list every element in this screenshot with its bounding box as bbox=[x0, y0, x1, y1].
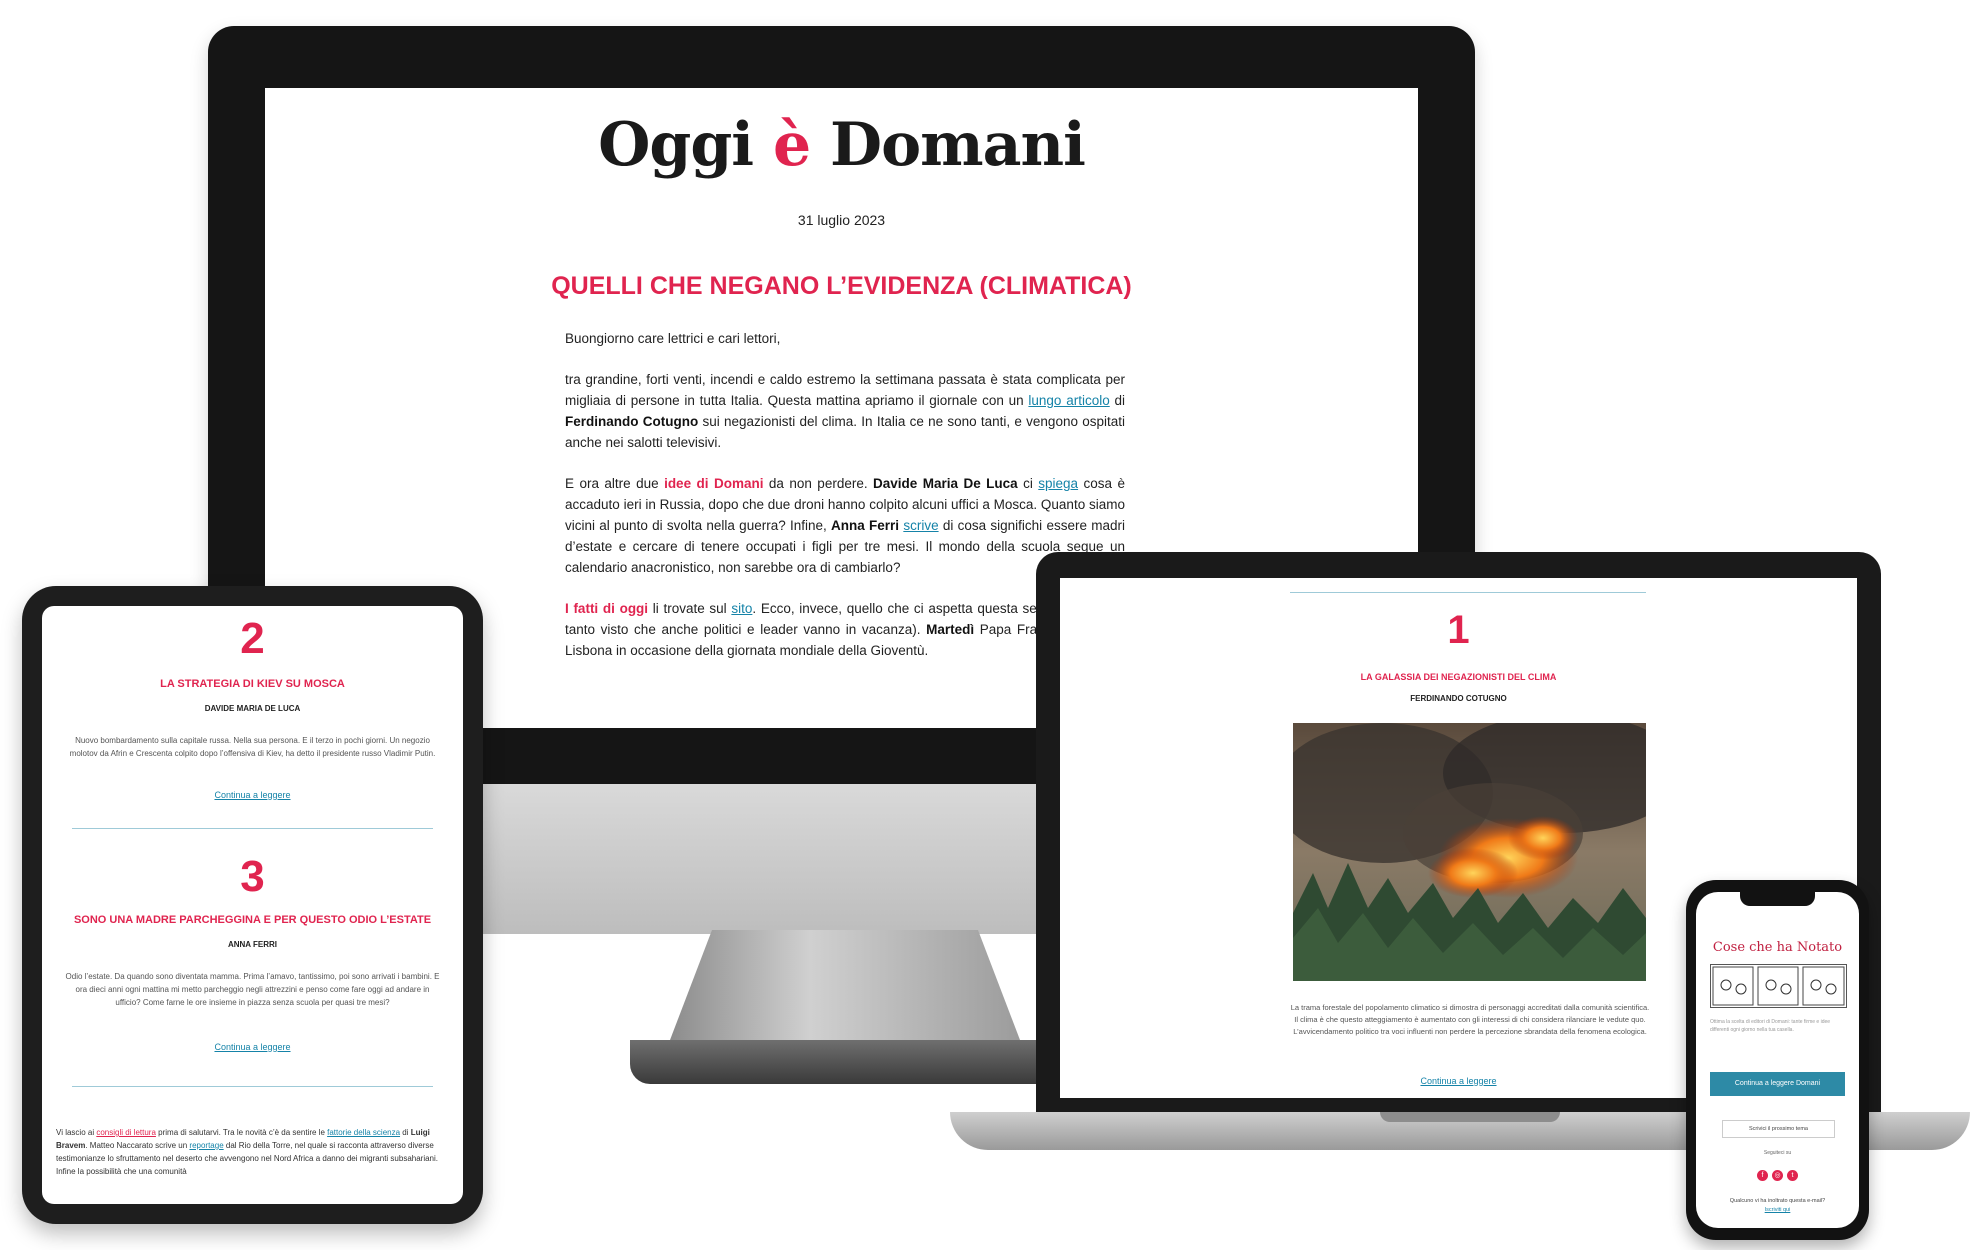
item-number-3: 3 bbox=[240, 852, 265, 901]
fattorie-link[interactable]: fattorie della scienza bbox=[327, 1128, 400, 1137]
suggest-topic-button[interactable]: Scrivici il prossimo tema bbox=[1722, 1120, 1835, 1138]
phone-promo-text: Ottima la scelta di editori di Domani: t… bbox=[1710, 1019, 1831, 1033]
monitor-stand bbox=[670, 930, 1020, 1040]
item-title-2: LA STRATEGIA DI KIEV SU MOSCA bbox=[160, 678, 345, 690]
social-icons: f ◎ t bbox=[1696, 1164, 1859, 1182]
paragraph-1: tra grandine, forti venti, incendi e cal… bbox=[565, 372, 1126, 450]
forwarded-question: Qualcuno vi ha inoltrato questa e-mail? bbox=[1729, 1198, 1826, 1204]
wildfire-photo bbox=[1293, 723, 1646, 981]
social-label: Seguiteci su bbox=[1763, 1150, 1792, 1156]
comic-title: Cose che ha Notato bbox=[1712, 940, 1843, 955]
item-number-2: 2 bbox=[240, 614, 265, 663]
item-author-2: DAVIDE MARIA DE LUCA bbox=[204, 704, 301, 713]
divider bbox=[72, 1086, 433, 1087]
facebook-icon[interactable]: f bbox=[1757, 1170, 1768, 1181]
continue-reading-link-3[interactable]: Continua a leggere bbox=[42, 1042, 463, 1052]
reading-tips-link[interactable]: consigli di lettura bbox=[96, 1128, 156, 1137]
reading-tips-paragraph: Vi lascio ai consigli di lettura prima d… bbox=[56, 1128, 439, 1176]
continue-reading-link-2[interactable]: Continua a leggere bbox=[42, 790, 463, 800]
sito-link[interactable]: sito bbox=[731, 601, 752, 616]
item-number-1: 1 bbox=[1447, 608, 1470, 652]
phone-notch bbox=[1740, 892, 1815, 906]
scrive-link[interactable]: scrive bbox=[903, 518, 938, 533]
greeting: Buongiorno care lettrici e cari lettori, bbox=[565, 331, 781, 346]
newsletter-date: 31 luglio 2023 bbox=[797, 212, 886, 228]
item-author-1: FERDINANDO COTUGNO bbox=[1410, 694, 1507, 703]
item-title-3: SONO UNA MADRE PARCHEGGINA E PER QUESTO … bbox=[73, 914, 432, 926]
item-summary-3: Odio l’estate. Da quando sono diventata … bbox=[65, 972, 440, 1007]
reportage-link[interactable]: reportage bbox=[189, 1141, 223, 1150]
subscribe-link[interactable]: Iscriviti qui bbox=[1765, 1207, 1791, 1213]
lungo-articolo-link[interactable]: lungo articolo bbox=[1028, 393, 1109, 408]
newsletter-headline: QUELLI CHE NEGANO L’EVIDENZA (CLIMATICA) bbox=[551, 272, 1132, 300]
instagram-icon[interactable]: ◎ bbox=[1772, 1170, 1783, 1181]
phone-newsletter-screen: Cose che ha Notato Ottima la scelta di e… bbox=[1696, 892, 1859, 1228]
phone-footer: Qualcuno vi ha inoltrato questa e-mail? … bbox=[1696, 1197, 1859, 1215]
twitter-icon[interactable]: t bbox=[1787, 1170, 1798, 1181]
laptop-notch bbox=[1380, 1112, 1560, 1122]
item-title-1: LA GALASSIA DEI NEGAZIONISTI DEL CLIMA bbox=[1360, 672, 1557, 682]
divider bbox=[1290, 592, 1646, 593]
read-domani-button[interactable]: Continua a leggere Domani bbox=[1710, 1072, 1845, 1096]
monitor-stand-base bbox=[630, 1040, 1060, 1084]
item-summary-2: Nuovo bombardamento sulla capitale russa… bbox=[69, 736, 436, 758]
newsletter-logo: Oggi è Domani bbox=[598, 110, 1086, 180]
photo-caption: La trama forestale del popolamento clima… bbox=[1290, 1003, 1650, 1036]
item-author-3: ANNA FERRI bbox=[227, 940, 278, 949]
divider bbox=[72, 828, 433, 829]
comic-strip bbox=[1710, 964, 1847, 1008]
spiega-link[interactable]: spiega bbox=[1038, 476, 1078, 491]
tablet-newsletter-screen: 2 LA STRATEGIA DI KIEV SU MOSCA DAVIDE M… bbox=[42, 606, 463, 1204]
